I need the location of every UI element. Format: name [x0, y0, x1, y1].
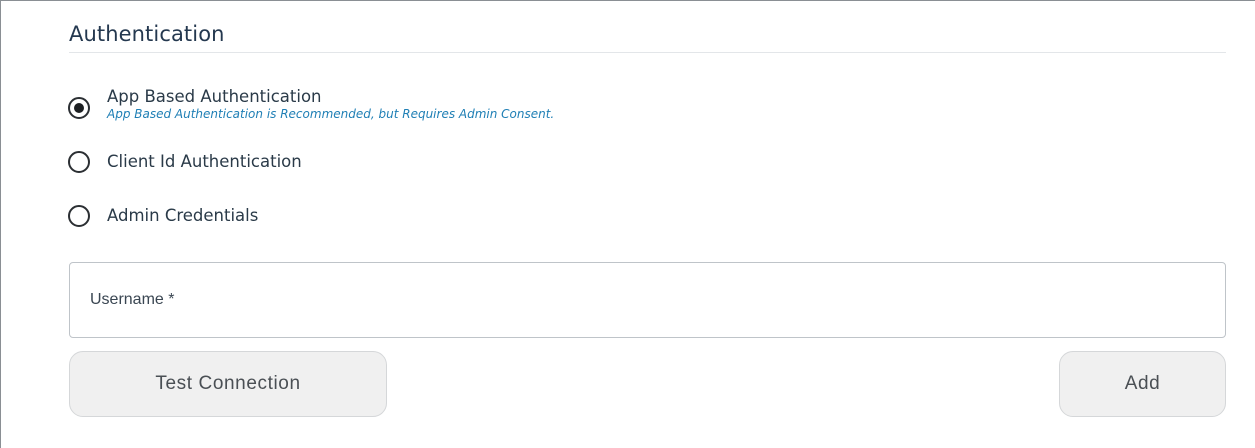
app-based-hint: App Based Authentication is Recommended,… [107, 107, 555, 121]
radio-checked-icon[interactable] [68, 97, 90, 119]
username-field-container [69, 262, 1226, 338]
section-divider [69, 52, 1226, 53]
radio-text: Client Id Authentication [107, 151, 302, 172]
radio-text: App Based Authentication App Based Authe… [107, 87, 554, 121]
radio-label-admin-credentials: Admin Credentials [107, 206, 259, 225]
add-button[interactable]: Add [1059, 351, 1226, 417]
username-input[interactable] [70, 263, 1225, 337]
section-title: Authentication [69, 22, 225, 46]
radio-label-client-id: Client Id Authentication [107, 152, 302, 171]
radio-client-id-auth[interactable]: Client Id Authentication [68, 151, 302, 173]
radio-admin-credentials[interactable]: Admin Credentials [68, 205, 258, 227]
test-connection-button[interactable]: Test Connection [69, 351, 387, 417]
radio-unchecked-icon[interactable] [68, 205, 90, 227]
radio-app-based-auth[interactable]: App Based Authentication App Based Authe… [68, 87, 554, 121]
radio-label-app-based: App Based Authentication [107, 87, 322, 106]
radio-text: Admin Credentials [107, 205, 258, 226]
radio-unchecked-icon[interactable] [68, 151, 90, 173]
